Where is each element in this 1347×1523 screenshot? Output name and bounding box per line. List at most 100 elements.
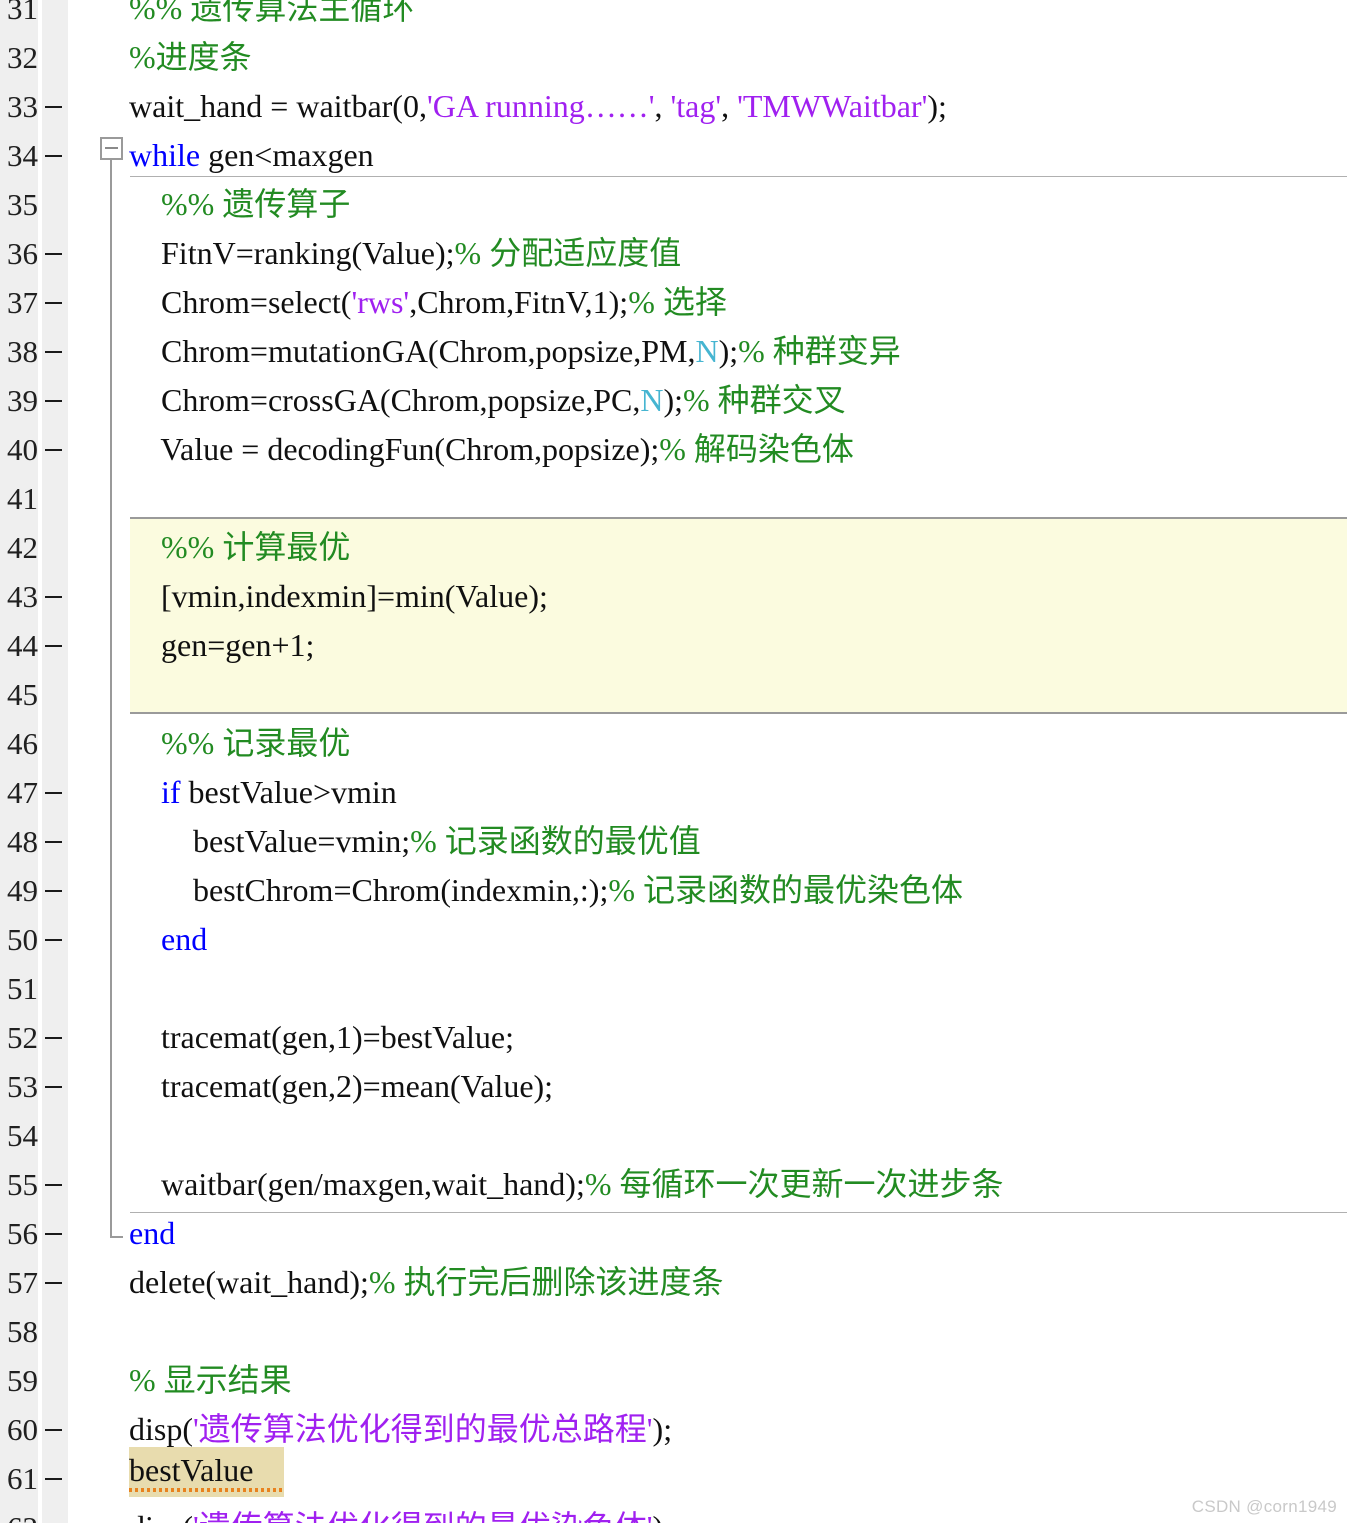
executable-line-marker[interactable] [45, 1282, 62, 1284]
code-line[interactable]: 34 while gen<maxgen [0, 131, 1347, 180]
executable-line-marker[interactable] [45, 449, 62, 451]
code-line[interactable]: 58 [0, 1307, 1347, 1356]
executable-line-marker[interactable] [45, 155, 62, 157]
executable-line-marker[interactable] [45, 1086, 62, 1088]
code-line[interactable]: 46 %% 记录最优 [0, 719, 1347, 768]
line-number: 42 [7, 530, 38, 565]
executable-line-marker[interactable] [45, 841, 62, 843]
line-source[interactable]: Chrom=select('rws',Chrom,FitnV,1);% 选择 [129, 278, 727, 327]
line-source[interactable]: while gen<maxgen [129, 131, 374, 180]
code-line[interactable]: 45 [0, 670, 1347, 719]
executable-line-marker[interactable] [45, 1037, 62, 1039]
line-source[interactable]: %% 遗传算子 [129, 180, 350, 229]
line-source[interactable]: %% 遗传算法主循环 [129, 0, 414, 33]
line-source[interactable]: Chrom=crossGA(Chrom,popsize,PC,N);% 种群交叉 [129, 376, 846, 425]
code-line[interactable]: 49 bestChrom=Chrom(indexmin,:);% 记录函数的最优… [0, 866, 1347, 915]
line-number: 31 [7, 0, 38, 26]
code-line[interactable]: 47 if bestValue>vmin [0, 768, 1347, 817]
line-source[interactable]: %% 计算最优 [129, 523, 350, 572]
line-number: 33 [7, 89, 38, 124]
executable-line-marker[interactable] [45, 302, 62, 304]
executable-line-marker[interactable] [45, 1233, 62, 1235]
code-line[interactable]: 42 %% 计算最优 [0, 523, 1347, 572]
code-line[interactable]: 51 [0, 964, 1347, 1013]
executable-line-marker[interactable] [45, 400, 62, 402]
line-source[interactable]: wait_hand = waitbar(0,'GA running……', 't… [129, 82, 947, 131]
line-number: 45 [7, 677, 38, 712]
line-number: 49 [7, 873, 38, 908]
line-source[interactable]: bestChrom=Chrom(indexmin,:);% 记录函数的最优染色体 [129, 866, 963, 915]
line-number: 57 [7, 1265, 38, 1300]
code-line[interactable]: 32 %进度条 [0, 33, 1347, 82]
code-area[interactable]: 31 %% 遗传算法主循环 32 %进度条 33 wait_hand = waitbar(… [0, 0, 1347, 1523]
fold-scope-end-tick [110, 1236, 123, 1238]
line-number: 58 [7, 1314, 38, 1349]
code-line[interactable]: 43 [vmin,indexmin]=min(Value); [0, 572, 1347, 621]
fold-scope-line [110, 160, 112, 1238]
code-fold-toggle[interactable] [100, 137, 123, 160]
code-line[interactable]: 53 tracemat(gen,2)=mean(Value); [0, 1062, 1347, 1111]
line-source[interactable]: tracemat(gen,2)=mean(Value); [129, 1062, 553, 1111]
line-source[interactable]: end [129, 1209, 175, 1258]
line-number: 61 [7, 1461, 38, 1496]
executable-line-marker[interactable] [45, 1478, 62, 1480]
code-line[interactable]: 40 Value = decodingFun(Chrom,popsize);% … [0, 425, 1347, 474]
fold-minus-icon [105, 147, 118, 149]
code-line[interactable]: 31 %% 遗传算法主循环 [0, 0, 1347, 33]
code-line[interactable]: 35 %% 遗传算子 [0, 180, 1347, 229]
line-source[interactable]: bestValue=vmin;% 记录函数的最优值 [129, 817, 701, 866]
line-source[interactable]: %进度条 [129, 33, 252, 82]
line-source[interactable]: Value = decodingFun(Chrom,popsize);% 解码染… [129, 425, 854, 474]
code-line[interactable]: 38 Chrom=mutationGA(Chrom,popsize,PM,N);… [0, 327, 1347, 376]
executable-line-marker[interactable] [45, 890, 62, 892]
code-line[interactable]: 37 Chrom=select('rws',Chrom,FitnV,1);% 选… [0, 278, 1347, 327]
code-line[interactable]: 54 [0, 1111, 1347, 1160]
line-source[interactable]: FitnV=ranking(Value);% 分配适应度值 [129, 229, 681, 278]
executable-line-marker[interactable] [45, 596, 62, 598]
occurrence-squiggly-underline [129, 1488, 284, 1492]
line-source[interactable]: [vmin,indexmin]=min(Value); [129, 572, 548, 621]
executable-line-marker[interactable] [45, 1429, 62, 1431]
executable-line-marker[interactable] [45, 253, 62, 255]
line-source[interactable]: if bestValue>vmin [129, 768, 397, 817]
code-line[interactable]: 48 bestValue=vmin;% 记录函数的最优值 [0, 817, 1347, 866]
line-number: 60 [7, 1412, 38, 1447]
line-number: 38 [7, 334, 38, 369]
executable-line-marker[interactable] [45, 792, 62, 794]
code-line[interactable]: 33 wait_hand = waitbar(0,'GA running……', … [0, 82, 1347, 131]
matlab-editor-screenshot: 31 %% 遗传算法主循环 32 %进度条 33 wait_hand = waitbar(… [0, 0, 1347, 1523]
executable-line-marker[interactable] [45, 106, 62, 108]
line-number: 52 [7, 1020, 38, 1055]
code-line[interactable]: 39 Chrom=crossGA(Chrom,popsize,PC,N);% 种… [0, 376, 1347, 425]
line-source[interactable]: waitbar(gen/maxgen,wait_hand);% 每循环一次更新一… [129, 1160, 1004, 1209]
line-number: 41 [7, 481, 38, 516]
line-source[interactable]: % 显示结果 [129, 1356, 292, 1405]
line-source[interactable]: gen=gen+1; [129, 621, 314, 670]
executable-line-marker[interactable] [45, 939, 62, 941]
executable-line-marker[interactable] [45, 645, 62, 647]
line-source[interactable]: disp('遗传算法优化得到的最优染色体'); [129, 1503, 672, 1523]
line-number: 62 [0, 1503, 38, 1523]
code-line[interactable]: 36 FitnV=ranking(Value);% 分配适应度值 [0, 229, 1347, 278]
occurrence-token[interactable]: bestValue [129, 1447, 253, 1494]
line-source[interactable]: %% 记录最优 [129, 719, 350, 768]
code-line[interactable]: 50 end [0, 915, 1347, 964]
line-number: 55 [7, 1167, 38, 1202]
line-number: 48 [7, 824, 38, 859]
executable-line-marker[interactable] [45, 351, 62, 353]
line-source[interactable]: Chrom=mutationGA(Chrom,popsize,PM,N);% 种… [129, 327, 901, 376]
code-line[interactable]: 44 gen=gen+1; [0, 621, 1347, 670]
executable-line-marker[interactable] [45, 1184, 62, 1186]
line-source[interactable]: end [129, 915, 207, 964]
code-line[interactable]: 62 disp('遗传算法优化得到的最优染色体'); [0, 1503, 1347, 1523]
code-line[interactable]: 56 end [0, 1209, 1347, 1258]
line-number: 40 [7, 432, 38, 467]
code-line[interactable]: 52 tracemat(gen,1)=bestValue; [0, 1013, 1347, 1062]
code-line[interactable]: 59 % 显示结果 [0, 1356, 1347, 1405]
code-line[interactable]: 55 waitbar(gen/maxgen,wait_hand);% 每循环一次… [0, 1160, 1347, 1209]
line-number: 53 [7, 1069, 38, 1104]
code-line[interactable]: 57 delete(wait_hand);% 执行完后删除该进度条 [0, 1258, 1347, 1307]
line-source[interactable]: delete(wait_hand);% 执行完后删除该进度条 [129, 1258, 724, 1307]
line-source[interactable]: tracemat(gen,1)=bestValue; [129, 1013, 514, 1062]
code-line[interactable]: 41 [0, 474, 1347, 523]
